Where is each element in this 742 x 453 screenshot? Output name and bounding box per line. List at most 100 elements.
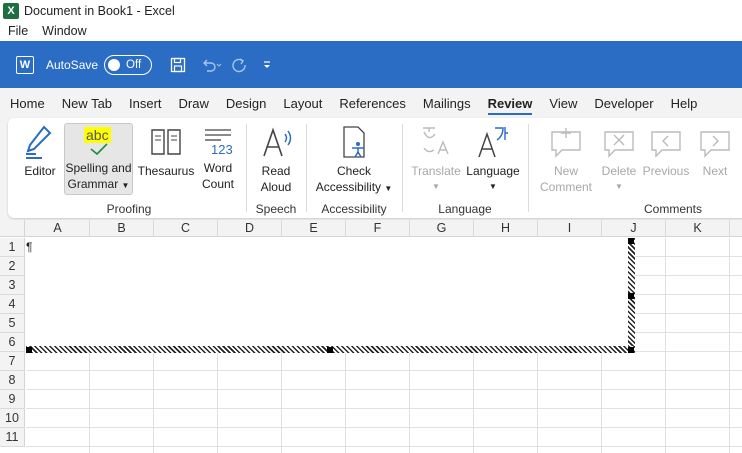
resize-handle[interactable] — [628, 238, 634, 244]
chevron-down-icon: ▼ — [432, 182, 440, 191]
row-header[interactable]: 4 — [0, 295, 25, 314]
group-proofing: Proofing — [106, 202, 152, 216]
menu-file[interactable]: File — [8, 24, 28, 38]
resize-handle[interactable] — [327, 347, 333, 353]
check-acc-label-2: Accessibility — [315, 180, 382, 194]
read-aloud-button[interactable]: Read Aloud — [254, 124, 298, 195]
ribbon-panel: Editor abc Spelling and Grammar ▼ Thesau… — [8, 118, 742, 218]
menu-window[interactable]: Window — [42, 24, 86, 38]
row-header[interactable]: 3 — [0, 276, 25, 295]
row-header[interactable]: 9 — [0, 390, 25, 409]
undo-icon[interactable] — [200, 57, 222, 73]
tab-mailings[interactable]: Mailings — [423, 92, 471, 115]
tab-review[interactable]: Review — [487, 92, 532, 115]
tab-layout[interactable]: Layout — [283, 92, 322, 115]
next-comment-icon — [700, 131, 730, 158]
tab-developer[interactable]: Developer — [594, 92, 653, 115]
editor-button[interactable]: Editor — [18, 124, 62, 179]
tab-references[interactable]: References — [339, 92, 405, 115]
tab-new-tab[interactable]: New Tab — [62, 92, 112, 115]
gridline — [665, 238, 666, 453]
gridline — [26, 446, 742, 447]
group-accessibility: Accessibility — [321, 202, 387, 216]
word-count-label-2: Count — [201, 177, 235, 191]
new-comment-label-2: Comment — [539, 180, 592, 194]
chevron-down-icon: ▼ — [121, 181, 130, 190]
column-header[interactable]: D — [218, 220, 282, 237]
column-header[interactable]: E — [282, 220, 346, 237]
quick-access-toolbar: W AutoSave Off — [0, 41, 742, 88]
new-comment-button[interactable]: New Comment — [534, 124, 598, 195]
tab-draw[interactable]: Draw — [179, 92, 209, 115]
autosave-label: AutoSave — [46, 57, 99, 72]
spelling-abc-text: abc — [84, 127, 111, 143]
previous-comment-icon — [651, 131, 681, 158]
previous-comment-button[interactable]: Previous — [640, 124, 692, 179]
customize-qat-icon[interactable] — [262, 60, 272, 70]
accessibility-icon — [343, 126, 365, 158]
editor-pen-icon — [26, 125, 52, 159]
gridline — [26, 408, 742, 409]
tab-home[interactable]: Home — [10, 92, 45, 115]
spelling-grammar-button[interactable]: abc Spelling and Grammar ▼ — [64, 123, 133, 195]
translate-button[interactable]: Translate ▼ — [408, 124, 464, 195]
resize-handle[interactable] — [26, 347, 32, 353]
tab-view[interactable]: View — [549, 92, 577, 115]
save-icon[interactable] — [170, 57, 186, 73]
column-header[interactable]: B — [90, 220, 154, 237]
tab-design[interactable]: Design — [226, 92, 266, 115]
row-header[interactable]: 1 — [0, 238, 25, 257]
title-bar: X Document in Book1 - Excel — [0, 0, 742, 21]
chevron-down-icon: ▼ — [615, 182, 623, 191]
tab-insert[interactable]: Insert — [129, 92, 162, 115]
column-header[interactable]: C — [154, 220, 218, 237]
delete-comment-icon — [604, 131, 634, 158]
excel-logo-icon: X — [3, 2, 19, 19]
thesaurus-button[interactable]: Thesaurus — [137, 124, 195, 179]
gridline — [729, 238, 730, 453]
word-count-button[interactable]: 123 Word Count — [199, 124, 237, 192]
window-title: Document in Book1 - Excel — [24, 3, 175, 18]
chevron-down-icon: ▼ — [384, 184, 393, 193]
toggle-state: Off — [126, 58, 142, 71]
column-header[interactable]: I — [538, 220, 602, 237]
resize-handle[interactable] — [628, 293, 634, 299]
column-headers: A B C D E F G H I J K — [0, 220, 742, 237]
tab-help[interactable]: Help — [671, 92, 698, 115]
column-header[interactable]: H — [474, 220, 538, 237]
next-comment-button[interactable]: Next — [694, 124, 736, 179]
column-header[interactable]: J — [602, 220, 666, 237]
previous-label: Previous — [642, 164, 690, 178]
language-icon — [478, 127, 508, 158]
select-all-corner[interactable] — [0, 220, 25, 237]
separator — [402, 124, 403, 212]
column-header[interactable]: K — [666, 220, 730, 237]
redo-icon[interactable] — [230, 56, 248, 74]
row-header[interactable]: 8 — [0, 371, 25, 390]
delete-label: Delete — [601, 164, 637, 178]
read-aloud-label-1: Read — [261, 164, 291, 178]
embedded-document[interactable] — [26, 238, 628, 346]
language-button[interactable]: Language ▼ — [464, 124, 522, 195]
column-header[interactable]: G — [410, 220, 474, 237]
row-header[interactable]: 6 — [0, 333, 25, 352]
spelling-label-1: Spelling and — [65, 161, 132, 175]
row-header[interactable]: 5 — [0, 314, 25, 333]
row-header[interactable]: 11 — [0, 428, 25, 447]
resize-handle[interactable] — [628, 347, 634, 353]
autosave-toggle[interactable]: Off — [104, 54, 153, 75]
row-header[interactable]: 2 — [0, 257, 25, 276]
column-header[interactable]: F — [346, 220, 410, 237]
check-accessibility-button[interactable]: Check Accessibility ▼ — [312, 124, 396, 197]
column-header[interactable]: A — [26, 220, 90, 237]
toggle-knob — [108, 58, 121, 71]
delete-comment-button[interactable]: Delete ▼ — [598, 124, 640, 195]
chevron-down-icon: ▼ — [489, 182, 497, 191]
ribbon-tabs: Home New Tab Insert Draw Design Layout R… — [0, 88, 742, 118]
row-header[interactable]: 7 — [0, 352, 25, 371]
word-count-label-1: Word — [203, 161, 233, 175]
group-language: Language — [438, 202, 492, 216]
word-count-123-text: 123 — [211, 142, 233, 157]
row-header[interactable]: 10 — [0, 409, 25, 428]
spelling-icon: abc — [65, 124, 132, 160]
